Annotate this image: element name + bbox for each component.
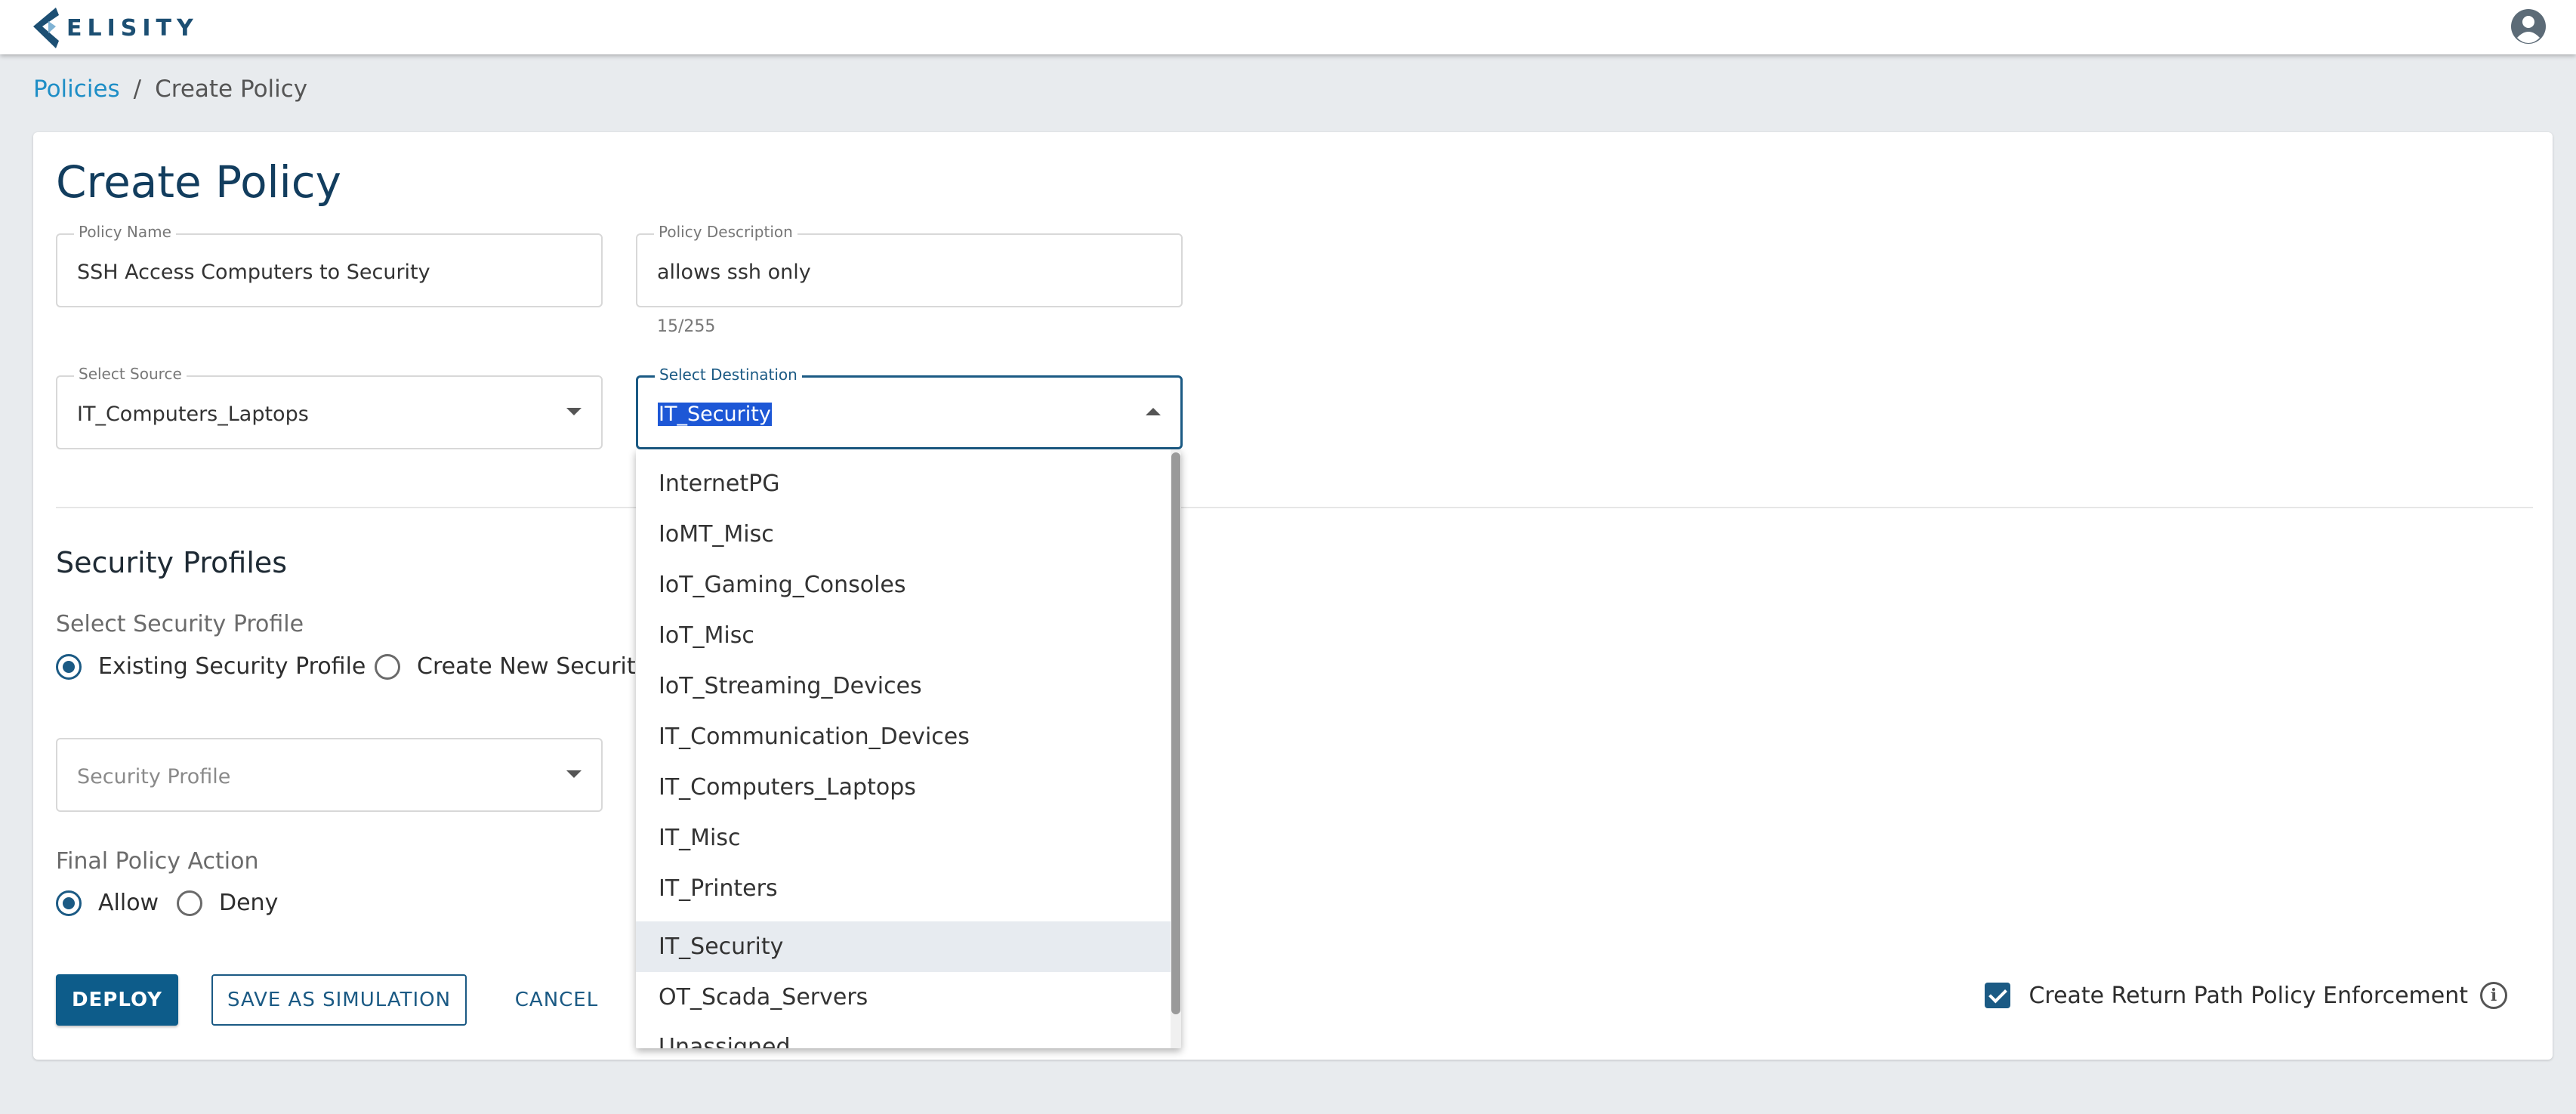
policy-name-value: SSH Access Computers to Security [77,261,430,284]
security-profiles-title: Security Profiles [56,546,288,579]
radio-button-unchecked[interactable] [177,890,202,916]
dropdown-option[interactable]: InternetPG [636,458,1171,509]
radio-button-checked[interactable] [56,890,82,916]
dropdown-scrollbar[interactable] [1171,449,1181,1048]
return-path-label: Create Return Path Policy Enforcement [2028,982,2468,1009]
return-path-checkbox[interactable] [1985,983,2011,1008]
brand-name: ELISITY [66,14,199,42]
dropdown-option[interactable]: IT_Computers_Laptops [636,762,1171,813]
dropdown-scroll-thumb[interactable] [1171,452,1180,1014]
radio-deny[interactable]: Deny [177,890,278,916]
radio-label: Existing Security Profile [98,653,366,680]
radio-label: Allow [98,890,159,916]
dropdown-option[interactable]: IoMT_Misc [636,509,1171,560]
cancel-button[interactable]: CANCEL [500,974,613,1026]
policy-name-label: Policy Name [74,223,176,241]
select-destination-field[interactable]: Select Destination IT_Security [636,366,1183,449]
account-circle-icon[interactable] [2510,8,2547,45]
dropdown-option[interactable]: OT_Scada_Servers [636,972,1171,1023]
breadcrumb-separator: / [133,76,142,103]
deploy-button[interactable]: DEPLOY [56,974,178,1026]
section-divider [56,507,2533,508]
dropdown-option[interactable]: IoT_Streaming_Devices [636,661,1171,711]
radio-button-checked[interactable] [56,653,82,680]
radio-label: Deny [219,890,279,916]
description-char-counter: 15/255 [657,317,716,336]
select-security-profile-label: Select Security Profile [56,611,304,637]
policy-name-field[interactable]: Policy Name SSH Access Computers to Secu… [56,223,603,307]
app-bar: ELISITY [0,0,2576,54]
select-destination-selected-text: IT_Security [658,403,772,426]
arrow-drop-up-icon[interactable] [1146,408,1161,415]
dropdown-option[interactable]: IoT_Misc [636,610,1171,661]
breadcrumb: Policies / Create Policy [33,76,307,103]
elisity-logo[interactable]: ELISITY [30,6,199,50]
dropdown-option[interactable]: IT_Misc [636,813,1171,863]
security-profile-select[interactable]: Security Profile [56,738,603,812]
select-source-field[interactable]: Select Source IT_Computers_Laptops [56,365,603,449]
arrow-drop-down-icon[interactable] [566,408,582,415]
breadcrumb-policies-link[interactable]: Policies [33,76,120,103]
return-path-policy-option[interactable]: Create Return Path Policy Enforcement i [1985,982,2507,1009]
dropdown-option[interactable]: IoT_Gaming_Consoles [636,560,1171,610]
dropdown-option-highlighted[interactable]: IT_Security [636,921,1171,972]
breadcrumb-current: Create Policy [155,76,308,103]
select-source-value: IT_Computers_Laptops [77,403,309,426]
dropdown-option[interactable]: Unassigned [636,1022,1171,1048]
info-icon[interactable]: i [2480,982,2507,1009]
policy-description-label: Policy Description [654,223,797,241]
policy-description-value: allows ssh only [657,261,811,284]
final-policy-action-label: Final Policy Action [56,848,259,875]
arrow-drop-down-icon[interactable] [566,770,582,778]
dropdown-option[interactable]: IT_Printers [636,863,1171,914]
select-source-label: Select Source [74,365,187,383]
page-title: Create Policy [56,156,341,208]
select-destination-label: Select Destination [655,366,802,384]
radio-label: Create New Security [417,653,649,680]
create-policy-card: Create Policy Policy Name SSH Access Com… [33,132,2553,1060]
radio-create-new-security[interactable]: Create New Security [375,653,649,680]
destination-dropdown-list: InternetPG IoMT_Misc IoT_Gaming_Consoles… [636,449,1181,1048]
radio-existing-security-profile[interactable]: Existing Security Profile [56,653,366,680]
security-profile-placeholder: Security Profile [77,765,231,788]
radio-allow[interactable]: Allow [56,890,159,916]
select-destination-value[interactable]: IT_Security [658,403,772,426]
policy-description-field[interactable]: Policy Description allows ssh only [636,223,1183,307]
radio-button-unchecked[interactable] [375,653,400,680]
dropdown-option[interactable]: IT_Communication_Devices [636,711,1171,762]
save-as-simulation-button[interactable]: SAVE AS SIMULATION [211,974,467,1026]
elisity-logo-icon [33,8,59,48]
